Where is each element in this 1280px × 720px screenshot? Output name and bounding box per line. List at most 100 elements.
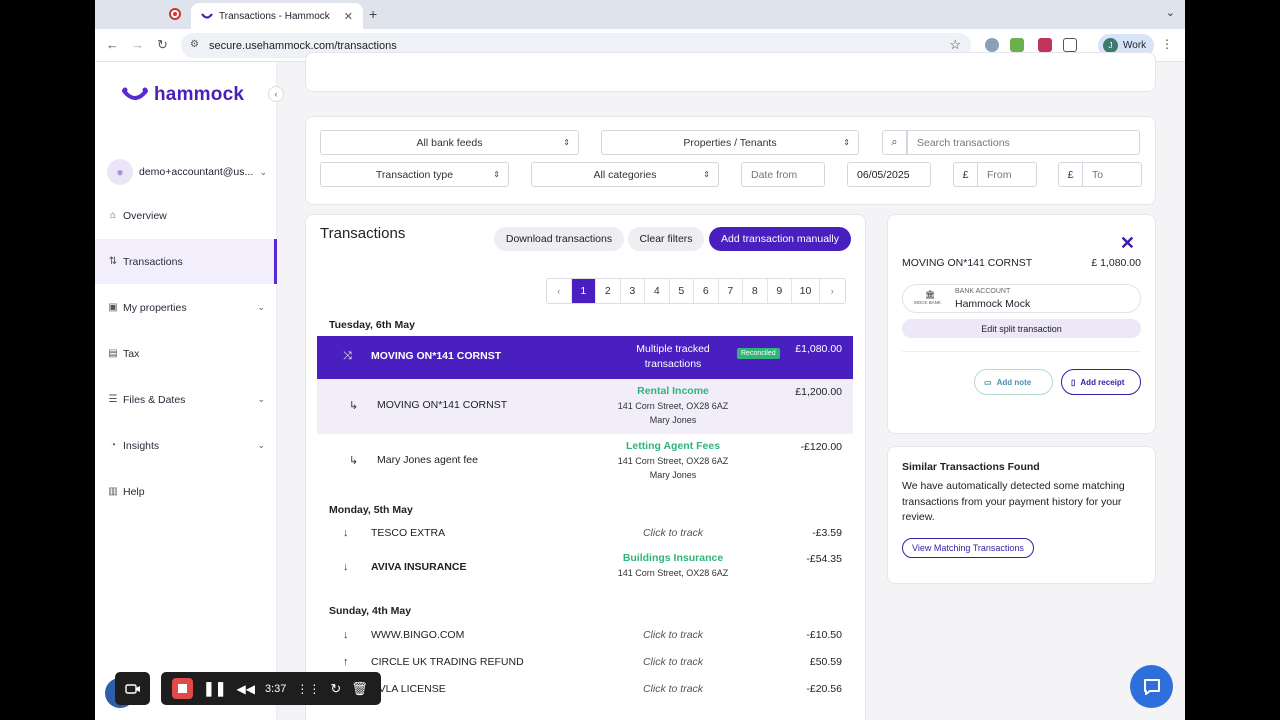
pagination: ‹ 1 2 3 4 5 6 7 8 9 10 › bbox=[546, 278, 846, 304]
clear-filters-button[interactable]: Clear filters bbox=[628, 227, 704, 251]
browser-tab[interactable]: Transactions - Hammock ✕ bbox=[191, 3, 363, 29]
edit-split-button[interactable]: Edit split transaction bbox=[902, 319, 1141, 338]
chat-button[interactable] bbox=[1130, 665, 1173, 708]
page-7-button[interactable]: 7 bbox=[718, 279, 743, 303]
extension-new-icon[interactable] bbox=[1010, 38, 1024, 52]
main-content: All bank feeds ⇕ Properties / Tenants ⇕ ⌕ … bbox=[277, 52, 1185, 720]
site-info-icon[interactable]: ⚙ bbox=[190, 39, 199, 50]
chevron-down-icon: ⌄ bbox=[257, 440, 265, 450]
amount-to-input[interactable]: To bbox=[1082, 162, 1142, 187]
click-to-track-link[interactable]: Click to track bbox=[643, 629, 703, 641]
properties-select[interactable]: Properties / Tenants ⇕ bbox=[601, 130, 859, 155]
rewind-icon[interactable]: ◀◀ bbox=[236, 682, 254, 696]
sidebar-item-help[interactable]: ▥ Help bbox=[95, 469, 277, 514]
view-matching-button[interactable]: View Matching Transactions bbox=[902, 538, 1034, 558]
page-5-button[interactable]: 5 bbox=[669, 279, 694, 303]
download-transactions-button[interactable]: Download transactions bbox=[494, 227, 624, 251]
page-9-button[interactable]: 9 bbox=[767, 279, 792, 303]
categories-select[interactable]: All categories ⇕ bbox=[531, 162, 719, 187]
table-row[interactable]: ↓ AVIVA INSURANCE Buildings Insurance 14… bbox=[317, 548, 853, 588]
page-10-button[interactable]: 10 bbox=[792, 279, 820, 303]
click-to-track-link[interactable]: Click to track bbox=[643, 683, 703, 695]
extension-badge-icon[interactable] bbox=[1038, 38, 1052, 52]
table-row[interactable]: ↓ WWW.BINGO.COM Click to track -£10.50 bbox=[317, 623, 853, 649]
trash-icon[interactable]: 🗑 bbox=[351, 681, 368, 697]
sidebar-item-label: My properties bbox=[123, 301, 187, 314]
close-tab-icon[interactable]: ✕ bbox=[344, 10, 353, 23]
table-row[interactable]: ↑ CIRCLE UK TRADING REFUND Click to trac… bbox=[317, 650, 853, 676]
similar-title: Similar Transactions Found bbox=[902, 461, 1040, 473]
table-row[interactable]: ↳ MOVING ON*141 CORNST Rental Income 141… bbox=[317, 379, 853, 434]
logo[interactable]: hammock bbox=[122, 84, 244, 106]
app: hammock ‹ ● demo+accountant@us... ⌄ ⌂ Ov… bbox=[95, 52, 1185, 720]
forward-icon[interactable]: → bbox=[131, 37, 144, 52]
url-text: secure.usehammock.com/transactions bbox=[209, 39, 397, 52]
tab-search-icon[interactable]: ⌄ bbox=[1166, 6, 1175, 19]
search-input[interactable]: Search transactions bbox=[907, 130, 1140, 155]
sidebar-item-my-properties[interactable]: ▣ My properties ⌄ bbox=[95, 285, 277, 330]
sidebar-item-insights[interactable]: ◔ Insights ⌄ bbox=[95, 423, 277, 468]
sidebar-item-transactions[interactable]: ⇅ Transactions bbox=[95, 239, 277, 284]
restart-icon[interactable]: ↻ bbox=[330, 681, 341, 697]
click-to-track-link[interactable]: Click to track bbox=[643, 527, 703, 539]
table-row[interactable]: ⤨ MOVING ON*141 CORNST Multiple tracked … bbox=[317, 336, 853, 379]
property-address: 141 Corn Street, OX28 6AZ bbox=[617, 455, 729, 466]
profile-name: Work bbox=[1123, 40, 1147, 51]
add-note-button[interactable]: ▭ Add note bbox=[974, 369, 1053, 395]
reload-icon[interactable]: ↻ bbox=[157, 37, 168, 53]
table-row[interactable]: ↓ DVLA LICENSE Click to track -£20.56 bbox=[317, 677, 853, 703]
table-row[interactable]: ↳ Mary Jones agent fee Letting Agent Fee… bbox=[317, 434, 853, 489]
stop-recording-button[interactable] bbox=[172, 678, 193, 699]
add-transaction-button[interactable]: Add transaction manually bbox=[709, 227, 851, 251]
back-icon[interactable]: ← bbox=[106, 37, 119, 52]
recording-controls: ❚❚ ◀◀ 3:37 ⋮⋮ ↻ 🗑 bbox=[161, 672, 381, 705]
sidebar-item-overview[interactable]: ⌂ Overview bbox=[95, 193, 277, 238]
new-tab-icon[interactable]: + bbox=[369, 6, 377, 22]
next-page-button[interactable]: › bbox=[820, 279, 845, 303]
add-receipt-button[interactable]: ▯ Add receipt bbox=[1061, 369, 1141, 395]
sidebar-item-label: Tax bbox=[123, 347, 140, 360]
extension-icon[interactable] bbox=[985, 38, 999, 52]
amount-from-input[interactable]: From bbox=[977, 162, 1037, 187]
close-icon[interactable]: ✕ bbox=[1120, 233, 1135, 254]
transaction-meta: Rental Income 141 Corn Street, OX28 6AZ … bbox=[603, 384, 743, 428]
similar-body: We have automatically detected some matc… bbox=[902, 480, 1125, 523]
sidebar-item-label: Insights bbox=[123, 439, 160, 452]
transaction-amount: £1,080.00 bbox=[795, 343, 842, 355]
date-to-input[interactable]: 06/05/2025 bbox=[847, 162, 931, 187]
bank-account-label: BANK ACCOUNT bbox=[955, 288, 1011, 295]
page-4-button[interactable]: 4 bbox=[645, 279, 670, 303]
transaction-meta: Buildings Insurance 141 Corn Street, OX2… bbox=[603, 551, 743, 580]
sidebar-item-tax[interactable]: ▤ Tax bbox=[95, 331, 277, 376]
amount-from-placeholder: From bbox=[987, 168, 1012, 181]
user-menu[interactable]: ● demo+accountant@us... ⌄ bbox=[107, 158, 267, 186]
table-row[interactable]: ↓ TESCO EXTRA Click to track -£3.59 bbox=[317, 521, 853, 547]
bookmark-star-icon[interactable]: ☆ bbox=[949, 37, 961, 53]
swap-icon: ⇅ bbox=[108, 256, 118, 267]
bank-account-box: 🏛 MOCK BANK BANK ACCOUNT Hammock Mock bbox=[902, 284, 1141, 313]
browser-menu-icon[interactable]: ⋮ bbox=[1161, 37, 1173, 51]
detail-transaction-name: MOVING ON*141 CORNST bbox=[902, 257, 1033, 269]
camera-toggle-button[interactable] bbox=[115, 672, 150, 705]
currency-prefix: £ bbox=[953, 162, 978, 187]
extensions-puzzle-icon[interactable] bbox=[1063, 38, 1077, 52]
date-from-input[interactable]: Date from bbox=[741, 162, 825, 187]
prev-page-button[interactable]: ‹ bbox=[547, 279, 572, 303]
transaction-amount: -£54.35 bbox=[806, 553, 842, 565]
tab-strip: Transactions - Hammock ✕ + ⌄ bbox=[95, 0, 1185, 29]
tracked-line-1: Multiple tracked bbox=[636, 343, 710, 355]
pause-icon[interactable]: ❚❚ bbox=[203, 680, 226, 697]
page-3-button[interactable]: 3 bbox=[620, 279, 645, 303]
click-to-track-link[interactable]: Click to track bbox=[643, 656, 703, 668]
transaction-type-select[interactable]: Transaction type ⇕ bbox=[320, 162, 509, 187]
sidebar-item-files-dates[interactable]: ☰ Files & Dates ⌄ bbox=[95, 377, 277, 422]
page-2-button[interactable]: 2 bbox=[596, 279, 621, 303]
grid-icon[interactable]: ⋮⋮ bbox=[296, 682, 320, 696]
page-8-button[interactable]: 8 bbox=[743, 279, 768, 303]
category-label: Rental Income bbox=[637, 385, 709, 397]
page-1-button[interactable]: 1 bbox=[571, 279, 596, 303]
select-value: Transaction type bbox=[375, 168, 454, 181]
user-avatar: ● bbox=[107, 159, 133, 185]
page-6-button[interactable]: 6 bbox=[694, 279, 719, 303]
bank-feeds-select[interactable]: All bank feeds ⇕ bbox=[320, 130, 579, 155]
